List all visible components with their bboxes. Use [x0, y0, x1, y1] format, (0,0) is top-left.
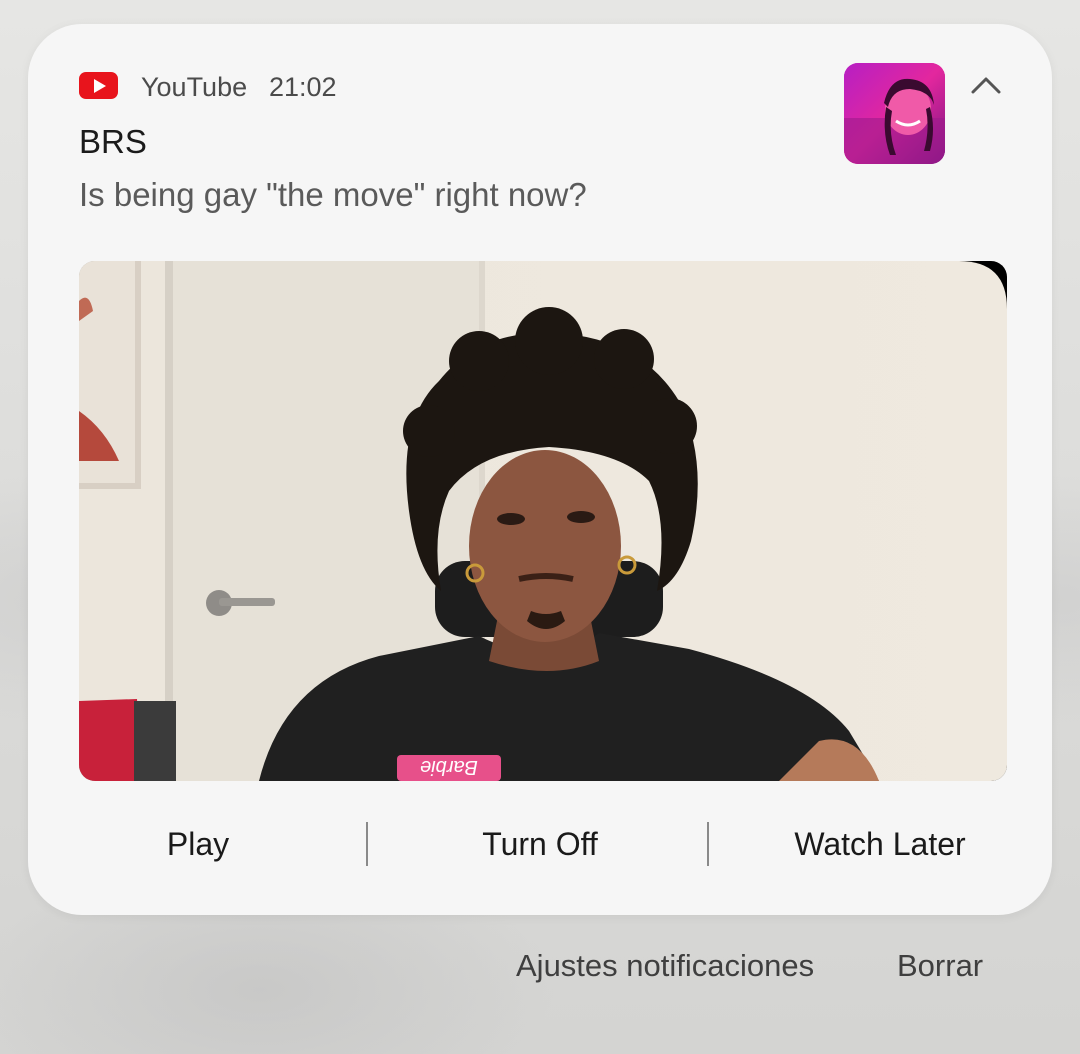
video-preview[interactable]: Barbie	[79, 261, 1007, 781]
video-preview-image: Barbie	[79, 261, 1007, 781]
action-divider	[707, 822, 709, 866]
watch-later-button[interactable]: Watch Later	[750, 814, 1010, 874]
chevron-up-icon	[971, 77, 1001, 94]
svg-text:Barbie: Barbie	[420, 756, 478, 778]
notification-actions: Play Turn Off Watch Later	[28, 814, 1052, 874]
play-button[interactable]: Play	[88, 814, 308, 874]
clear-link[interactable]: Borrar	[897, 944, 983, 988]
notification-message: Is being gay "the move" right now?	[79, 176, 587, 213]
thumbnail-image	[844, 63, 945, 164]
channel-thumbnail[interactable]	[844, 63, 945, 164]
notification-time: 21:02	[269, 72, 337, 102]
notification-title: BRS	[79, 123, 147, 160]
app-name: YouTube	[141, 72, 248, 102]
action-divider	[366, 822, 368, 866]
collapse-button[interactable]	[968, 72, 1004, 98]
notification-settings-link[interactable]: Ajustes notificaciones	[516, 944, 814, 988]
notification-card[interactable]: YouTube 21:02 BRS Is being gay "the move…	[28, 24, 1052, 915]
turn-off-button[interactable]: Turn Off	[410, 814, 670, 874]
youtube-logo-icon	[79, 72, 118, 99]
